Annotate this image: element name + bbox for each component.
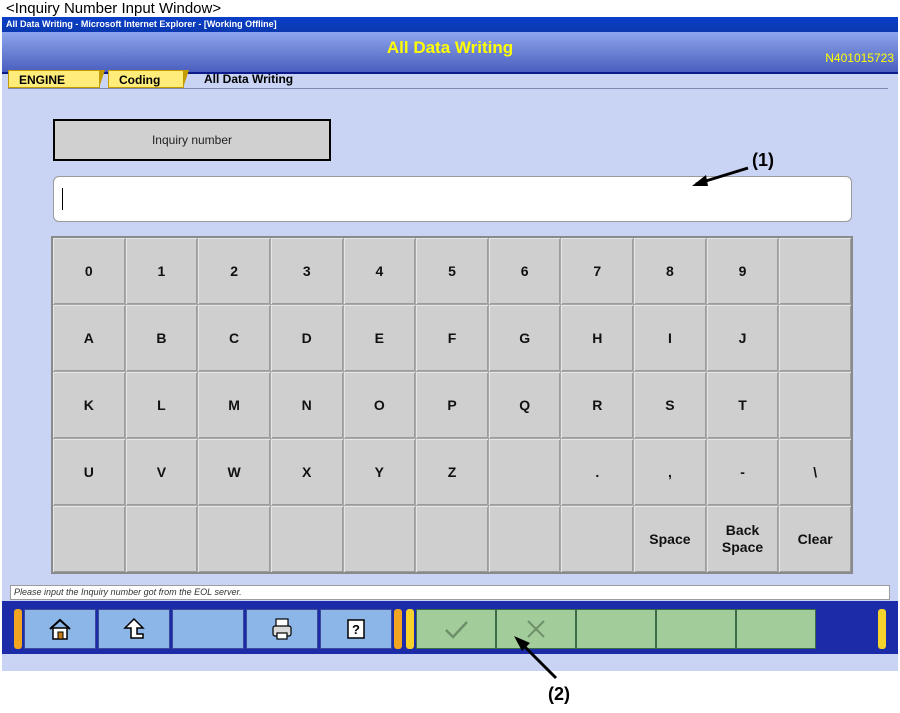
key-blank [53, 506, 125, 572]
breadcrumb-engine-label: ENGINE [19, 73, 66, 87]
key-k[interactable]: K [53, 372, 125, 438]
key-blank [779, 372, 851, 438]
key-blank [270, 506, 343, 572]
key-q[interactable]: Q [488, 372, 561, 438]
home-button[interactable] [24, 609, 96, 649]
keypad: 0 1 2 3 4 5 6 7 8 9 A B C D E F G H I J K L M N O P Q R S T U V W X Y Z., - \… [51, 236, 853, 574]
key-comma[interactable]: , [634, 439, 706, 505]
print-button[interactable] [246, 609, 318, 649]
key-m[interactable]: M [198, 372, 270, 438]
key-blank [488, 506, 561, 572]
key-j[interactable]: J [706, 305, 779, 371]
toolbar-right-cap-end [878, 609, 886, 649]
toolbar-right-cap [406, 609, 414, 649]
inquiry-number-label: Inquiry number [53, 119, 331, 161]
key-4[interactable]: 4 [343, 238, 416, 304]
toolbar-green-empty-3[interactable] [736, 609, 816, 649]
key-t[interactable]: T [706, 372, 779, 438]
key-blank [198, 506, 270, 572]
key-backspace[interactable]: Back Space [706, 506, 779, 572]
key-blank [343, 506, 416, 572]
key-h[interactable]: H [561, 305, 634, 371]
key-blank [416, 506, 488, 572]
page-title: All Data Writing [386, 38, 514, 57]
text-caret [62, 188, 63, 210]
key-space[interactable]: Space [634, 506, 706, 572]
key-l[interactable]: L [125, 372, 198, 438]
cross-icon [527, 620, 545, 638]
key-0[interactable]: 0 [53, 238, 125, 304]
figure-caption: <Inquiry Number Input Window> [6, 0, 222, 17]
key-d[interactable]: D [270, 305, 343, 371]
annotation-2: (2) [548, 684, 570, 704]
app-header: All Data Writing N401015723 [2, 32, 898, 74]
inquiry-number-input[interactable] [53, 176, 852, 222]
key-c[interactable]: C [198, 305, 270, 371]
key-backslash[interactable]: \ [779, 439, 851, 505]
key-n[interactable]: N [270, 372, 343, 438]
breadcrumb-coding-label: Coding [119, 73, 161, 87]
toolbar-left-cap [14, 609, 22, 649]
key-w[interactable]: W [198, 439, 270, 505]
home-icon [49, 618, 71, 640]
key-r[interactable]: R [561, 372, 634, 438]
key-e[interactable]: E [343, 305, 416, 371]
key-s[interactable]: S [634, 372, 706, 438]
back-button[interactable] [98, 609, 170, 649]
key-y[interactable]: Y [343, 439, 416, 505]
key-blank [779, 305, 851, 371]
key-i[interactable]: I [634, 305, 706, 371]
annotation-1: (1) [752, 150, 774, 170]
key-hyphen[interactable]: - [706, 439, 779, 505]
toolbar-left-cap-end [394, 609, 402, 649]
key-1[interactable]: 1 [125, 238, 198, 304]
key-blank [561, 506, 634, 572]
breadcrumb-coding[interactable]: Coding [108, 70, 189, 88]
breadcrumb-current: All Data Writing [204, 72, 294, 86]
breadcrumb-divider [8, 88, 888, 89]
key-6[interactable]: 6 [488, 238, 561, 304]
key-u[interactable]: U [53, 439, 125, 505]
key-clear[interactable]: Clear [779, 506, 851, 572]
key-v[interactable]: V [125, 439, 198, 505]
printer-icon [272, 618, 292, 640]
key-7[interactable]: 7 [561, 238, 634, 304]
key-blank [779, 238, 851, 304]
key-9[interactable]: 9 [706, 238, 779, 304]
svg-text:?: ? [352, 622, 360, 637]
confirm-button[interactable] [416, 609, 496, 649]
key-p[interactable]: P [416, 372, 488, 438]
key-2[interactable]: 2 [198, 238, 270, 304]
key-blank [125, 506, 198, 572]
status-bar: Please input the Inquiry number got from… [10, 585, 890, 600]
key-a[interactable]: A [53, 305, 125, 371]
toolbar-green-empty-2[interactable] [656, 609, 736, 649]
bottom-toolbar: ? [2, 601, 898, 654]
key-backspace-label: Back Space [721, 522, 764, 555]
browser-title-bar: All Data Writing - Microsoft Internet Ex… [2, 17, 898, 32]
cancel-button[interactable] [496, 609, 576, 649]
key-o[interactable]: O [343, 372, 416, 438]
up-arrow-icon [123, 617, 145, 639]
help-icon: ? [347, 619, 365, 639]
key-8[interactable]: 8 [634, 238, 706, 304]
toolbar-green-empty-1[interactable] [576, 609, 656, 649]
key-5[interactable]: 5 [416, 238, 488, 304]
key-b[interactable]: B [125, 305, 198, 371]
key-f[interactable]: F [416, 305, 488, 371]
key-z[interactable]: Z [416, 439, 488, 505]
key-3[interactable]: 3 [270, 238, 343, 304]
key-x[interactable]: X [270, 439, 343, 505]
breadcrumb-engine[interactable]: ENGINE [8, 70, 105, 88]
help-button[interactable]: ? [320, 609, 392, 649]
key-blank [488, 439, 561, 505]
toolbar-empty-button[interactable] [172, 609, 244, 649]
checkmark-icon [445, 621, 468, 639]
key-g[interactable]: G [488, 305, 561, 371]
app-id: N401015723 [825, 51, 894, 65]
key-period[interactable]: . [561, 439, 634, 505]
